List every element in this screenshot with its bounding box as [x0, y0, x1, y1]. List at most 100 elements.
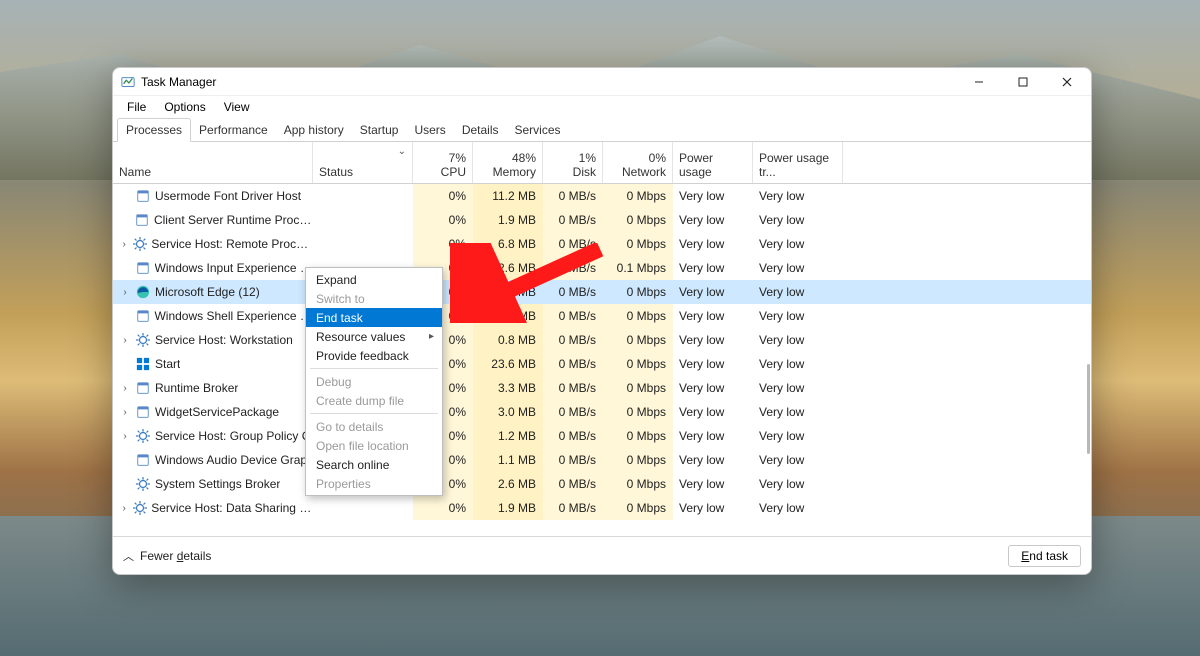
process-row[interactable]: ›Service Host: Remote Procedure...0%6.8 … — [113, 232, 1091, 256]
disk-cell: 0 MB/s — [543, 472, 603, 496]
power-cell: Very low — [673, 400, 753, 424]
maximize-button[interactable] — [1001, 68, 1045, 96]
menu-options[interactable]: Options — [156, 98, 213, 116]
network-cell: 0 Mbps — [603, 448, 673, 472]
expand-chevron-icon[interactable]: › — [119, 239, 129, 250]
power-cell: Very low — [673, 208, 753, 232]
power-trend-cell: Very low — [753, 376, 843, 400]
tab-startup[interactable]: Startup — [352, 119, 407, 141]
col-power-trend[interactable]: Power usage tr... — [753, 142, 843, 183]
network-cell: 0 Mbps — [603, 400, 673, 424]
column-headers: Name ⌄ Status 7%CPU 48%Memory 1%Disk 0%N… — [113, 142, 1091, 184]
process-row[interactable]: ›Service Host: Group Policy C0%1.2 MB0 M… — [113, 424, 1091, 448]
memory-cell: 0 MB — [473, 304, 543, 328]
ctx-end-task[interactable]: End task — [306, 308, 442, 327]
tab-services[interactable]: Services — [507, 119, 569, 141]
disk-cell: 0 MB/s — [543, 448, 603, 472]
app-icon — [121, 75, 135, 89]
network-cell: 0 Mbps — [603, 208, 673, 232]
disk-cell: 0 MB/s — [543, 304, 603, 328]
ctx-provide-feedback[interactable]: Provide feedback — [306, 346, 442, 365]
network-cell: 0 Mbps — [603, 232, 673, 256]
ctx-resource-values[interactable]: Resource values▸ — [306, 327, 442, 346]
col-disk[interactable]: 1%Disk — [543, 142, 603, 183]
minimize-button[interactable] — [957, 68, 1001, 96]
tab-users[interactable]: Users — [406, 119, 453, 141]
context-menu: ExpandSwitch toEnd taskResource values▸P… — [305, 267, 443, 496]
tab-performance[interactable]: Performance — [191, 119, 276, 141]
footer: ︿ Fewer details End task — [113, 536, 1091, 574]
process-row[interactable]: Windows Input Experience (3)0%72.6 MB0 M… — [113, 256, 1091, 280]
network-cell: 0 Mbps — [603, 304, 673, 328]
network-cell: 0 Mbps — [603, 280, 673, 304]
separator — [310, 368, 438, 369]
process-row[interactable]: ›Service Host: Data Sharing Service0%1.9… — [113, 496, 1091, 520]
menubar: FileOptionsView — [113, 96, 1091, 118]
power-cell: Very low — [673, 304, 753, 328]
scrollbar[interactable] — [1087, 364, 1090, 454]
fewer-details-toggle[interactable]: ︿ Fewer details — [123, 548, 211, 564]
col-power[interactable]: Power usage — [673, 142, 753, 183]
process-row[interactable]: Client Server Runtime Process0%1.9 MB0 M… — [113, 208, 1091, 232]
ctx-switch-to: Switch to — [306, 289, 442, 308]
col-name[interactable]: Name — [113, 142, 313, 183]
col-cpu[interactable]: 7%CPU — [413, 142, 473, 183]
col-network[interactable]: 0%Network — [603, 142, 673, 183]
memory-cell: 3.0 MB — [473, 400, 543, 424]
end-task-button[interactable]: End task — [1008, 545, 1081, 567]
gear-icon — [135, 332, 151, 348]
power-trend-cell: Very low — [753, 472, 843, 496]
close-button[interactable] — [1045, 68, 1089, 96]
expand-chevron-icon[interactable]: › — [119, 503, 129, 514]
expand-chevron-icon[interactable]: › — [119, 407, 131, 418]
expand-chevron-icon[interactable]: › — [119, 335, 131, 346]
chevron-down-icon: ⌄ — [398, 146, 406, 157]
titlebar[interactable]: Task Manager — [113, 68, 1091, 96]
power-cell: Very low — [673, 448, 753, 472]
tab-details[interactable]: Details — [454, 119, 507, 141]
process-row[interactable]: ›Service Host: Workstation0%0.8 MB0 MB/s… — [113, 328, 1091, 352]
tab-processes[interactable]: Processes — [117, 118, 191, 142]
process-row[interactable]: ›Microsoft Edge (12)0%324.9 MB0 MB/s0 Mb… — [113, 280, 1091, 304]
col-memory[interactable]: 48%Memory — [473, 142, 543, 183]
expand-chevron-icon[interactable]: › — [119, 431, 131, 442]
menu-view[interactable]: View — [216, 98, 258, 116]
power-cell: Very low — [673, 232, 753, 256]
process-row[interactable]: Usermode Font Driver Host0%11.2 MB0 MB/s… — [113, 184, 1091, 208]
ctx-expand[interactable]: Expand — [306, 270, 442, 289]
menu-file[interactable]: File — [119, 98, 154, 116]
process-name: Microsoft Edge (12) — [155, 285, 260, 299]
disk-cell: 0 MB/s — [543, 352, 603, 376]
process-name: Windows Audio Device Grap — [155, 453, 307, 467]
expand-chevron-icon[interactable]: › — [119, 383, 131, 394]
cpu-cell: 0% — [413, 232, 473, 256]
disk-cell: 0 MB/s — [543, 400, 603, 424]
gear-icon — [133, 500, 147, 516]
process-row[interactable]: Windows Shell Experience Ho0%0 MB0 MB/s0… — [113, 304, 1091, 328]
app-icon — [135, 308, 151, 324]
col-status[interactable]: ⌄ Status — [313, 142, 413, 183]
network-cell: 0 Mbps — [603, 352, 673, 376]
ctx-search-online[interactable]: Search online — [306, 455, 442, 474]
process-name: WidgetServicePackage — [155, 405, 279, 419]
memory-cell: 2.6 MB — [473, 472, 543, 496]
network-cell: 0 Mbps — [603, 376, 673, 400]
memory-cell: 324.9 MB — [473, 280, 543, 304]
network-cell: 0 Mbps — [603, 496, 673, 520]
disk-cell: 0 MB/s — [543, 184, 603, 208]
process-row[interactable]: Windows Audio Device Grap0%1.1 MB0 MB/s0… — [113, 448, 1091, 472]
process-name: Usermode Font Driver Host — [155, 189, 301, 203]
process-row[interactable]: System Settings Broker0%2.6 MB0 MB/s0 Mb… — [113, 472, 1091, 496]
chevron-right-icon: ▸ — [429, 331, 434, 342]
ctx-create-dump-file: Create dump file — [306, 391, 442, 410]
tab-app-history[interactable]: App history — [276, 119, 352, 141]
process-row[interactable]: Start0%23.6 MB0 MB/s0 MbpsVery lowVery l… — [113, 352, 1091, 376]
process-row[interactable]: ›WidgetServicePackage0%3.0 MB0 MB/s0 Mbp… — [113, 400, 1091, 424]
memory-cell: 6.8 MB — [473, 232, 543, 256]
network-cell: 0.1 Mbps — [603, 256, 673, 280]
memory-cell: 23.6 MB — [473, 352, 543, 376]
process-row[interactable]: ›Runtime Broker0%3.3 MB0 MB/s0 MbpsVery … — [113, 376, 1091, 400]
expand-chevron-icon[interactable]: › — [119, 287, 131, 298]
process-name: Service Host: Data Sharing Service — [151, 501, 312, 515]
power-trend-cell: Very low — [753, 280, 843, 304]
